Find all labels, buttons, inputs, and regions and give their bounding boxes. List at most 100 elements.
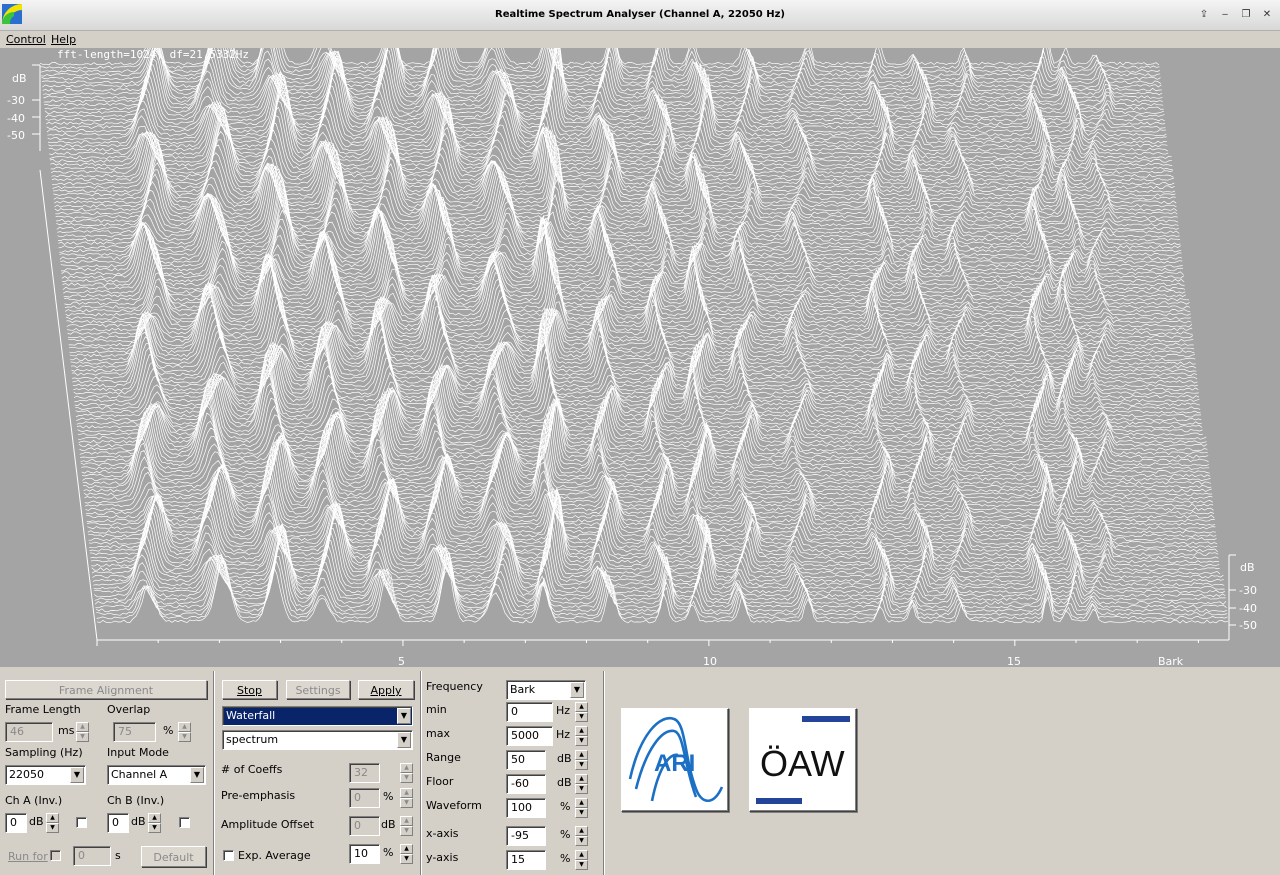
- frequency-select[interactable]: Bark ▼: [506, 680, 586, 700]
- oeaw-logo-button[interactable]: ÖAW: [749, 708, 857, 812]
- frame-alignment-button[interactable]: Frame Alignment: [5, 680, 207, 699]
- apply-button[interactable]: Apply: [358, 680, 414, 699]
- ch-b-input[interactable]: 0: [107, 813, 129, 833]
- spin-down-icon[interactable]: ▼: [76, 732, 89, 742]
- spin-up-icon[interactable]: ▲: [178, 722, 191, 732]
- ch-a-input[interactable]: 0: [5, 813, 27, 833]
- frame-length-spinner[interactable]: ▲ ▼: [76, 722, 89, 742]
- spin-up-icon[interactable]: ▲: [575, 850, 588, 860]
- overlap-spinner[interactable]: ▲ ▼: [178, 722, 191, 742]
- max-input[interactable]: 5000: [506, 726, 553, 746]
- menu-help[interactable]: Help: [51, 33, 76, 46]
- run-for-input[interactable]: 0: [73, 846, 111, 866]
- ch-a-invert-checkbox[interactable]: [76, 817, 87, 828]
- floor-label: Floor: [426, 775, 454, 788]
- default-button[interactable]: Default: [141, 846, 206, 867]
- chevron-down-icon[interactable]: ▼: [397, 708, 411, 724]
- spin-down-icon[interactable]: ▼: [400, 826, 413, 836]
- spin-down-icon[interactable]: ▼: [148, 823, 161, 833]
- max-spinner[interactable]: ▲ ▼: [575, 726, 588, 746]
- display-type-select[interactable]: spectrum ▼: [222, 730, 413, 750]
- chevron-down-icon[interactable]: ▼: [397, 732, 411, 748]
- amplitude-offset-input[interactable]: 0: [349, 816, 380, 836]
- coeffs-input[interactable]: 32: [349, 763, 380, 783]
- exp-average-checkbox[interactable]: [223, 850, 234, 861]
- spin-down-icon[interactable]: ▼: [575, 808, 588, 818]
- pre-emphasis-input[interactable]: 0: [349, 788, 380, 808]
- y-axis-input[interactable]: 15: [506, 850, 546, 870]
- ch-a-label: Ch A (Inv.): [5, 794, 63, 807]
- amplitude-offset-spinner[interactable]: ▲ ▼: [400, 816, 413, 836]
- x-axis-ticks: [96, 640, 1199, 646]
- spin-down-icon[interactable]: ▼: [575, 760, 588, 770]
- min-spinner[interactable]: ▲ ▼: [575, 702, 588, 722]
- spin-down-icon[interactable]: ▼: [575, 860, 588, 870]
- coeffs-spinner[interactable]: ▲ ▼: [400, 763, 413, 783]
- spin-up-icon[interactable]: ▲: [575, 798, 588, 808]
- spin-up-icon[interactable]: ▲: [575, 702, 588, 712]
- overlap-input[interactable]: 75: [113, 722, 156, 742]
- menu-control[interactable]: Control: [6, 33, 46, 46]
- spin-up-icon[interactable]: ▲: [46, 813, 59, 823]
- floor-spinner[interactable]: ▲ ▼: [575, 774, 588, 794]
- chevron-down-icon[interactable]: ▼: [190, 767, 204, 783]
- x-axis-input[interactable]: -95: [506, 826, 546, 846]
- range-input[interactable]: 50: [506, 750, 546, 770]
- fft-info: fft-length=1024, df=21.5332Hz: [57, 48, 250, 61]
- separator: [213, 671, 215, 875]
- spin-up-icon[interactable]: ▲: [575, 826, 588, 836]
- display-mode-select[interactable]: Waterfall ▼: [222, 706, 413, 726]
- range-spinner[interactable]: ▲ ▼: [575, 750, 588, 770]
- y-axis-spinner[interactable]: ▲ ▼: [575, 850, 588, 870]
- ari-logo-button[interactable]: ARI: [621, 708, 729, 812]
- settings-button[interactable]: Settings: [286, 680, 350, 699]
- waveform-spinner[interactable]: ▲ ▼: [575, 798, 588, 818]
- exp-average-input[interactable]: 10: [349, 844, 380, 864]
- frame-length-input[interactable]: 46: [5, 722, 53, 742]
- chevron-down-icon[interactable]: ▼: [570, 682, 584, 698]
- spin-down-icon[interactable]: ▼: [575, 736, 588, 746]
- pre-emphasis-spinner[interactable]: ▲ ▼: [400, 788, 413, 808]
- spin-up-icon[interactable]: ▲: [575, 726, 588, 736]
- stop-button[interactable]: Stop: [222, 680, 277, 699]
- ch-b-spinner[interactable]: ▲ ▼: [148, 813, 161, 833]
- ch-b-invert-checkbox[interactable]: [179, 817, 190, 828]
- spin-down-icon[interactable]: ▼: [400, 798, 413, 808]
- exp-average-label: Exp. Average: [238, 849, 311, 862]
- spin-up-icon[interactable]: ▲: [400, 816, 413, 826]
- exp-average-spinner[interactable]: ▲ ▼: [400, 844, 413, 864]
- spin-down-icon[interactable]: ▼: [575, 784, 588, 794]
- spin-down-icon[interactable]: ▼: [575, 836, 588, 846]
- spin-up-icon[interactable]: ▲: [400, 844, 413, 854]
- spin-down-icon[interactable]: ▼: [400, 854, 413, 864]
- amplitude-offset-label: Amplitude Offset: [221, 818, 314, 831]
- min-input[interactable]: 0: [506, 702, 553, 722]
- oeaw-logo-text: ÖAW: [760, 743, 845, 784]
- floor-input[interactable]: -60: [506, 774, 546, 794]
- close-icon[interactable]: ✕: [1259, 7, 1275, 23]
- pin-icon[interactable]: ⇪: [1196, 7, 1212, 23]
- spin-up-icon[interactable]: ▲: [575, 774, 588, 784]
- chevron-down-icon[interactable]: ▼: [70, 767, 84, 783]
- restore-icon[interactable]: ❐: [1238, 7, 1254, 23]
- minimize-icon[interactable]: ‒: [1217, 7, 1233, 23]
- spin-down-icon[interactable]: ▼: [575, 712, 588, 722]
- run-for-checkbox[interactable]: [50, 850, 61, 861]
- spin-up-icon[interactable]: ▲: [400, 788, 413, 798]
- waveform-input[interactable]: 100: [506, 798, 546, 818]
- x-axis-spinner[interactable]: ▲ ▼: [575, 826, 588, 846]
- input-mode-select[interactable]: Channel A ▼: [107, 765, 206, 785]
- spin-down-icon[interactable]: ▼: [46, 823, 59, 833]
- spin-up-icon[interactable]: ▲: [76, 722, 89, 732]
- spin-up-icon[interactable]: ▲: [575, 750, 588, 760]
- sampling-value: 22050: [9, 768, 44, 781]
- spin-down-icon[interactable]: ▼: [400, 773, 413, 783]
- ch-a-spinner[interactable]: ▲ ▼: [46, 813, 59, 833]
- spin-up-icon[interactable]: ▲: [400, 763, 413, 773]
- spin-down-icon[interactable]: ▼: [178, 732, 191, 742]
- min-label: min: [426, 703, 447, 716]
- sampling-select[interactable]: 22050 ▼: [5, 765, 86, 785]
- left-axis-tick: -50: [7, 129, 25, 142]
- spin-up-icon[interactable]: ▲: [148, 813, 161, 823]
- waterfall-plot[interactable]: dB -30 -40 -50 dB -30 -40 -50 5 10 15 Ba…: [0, 48, 1280, 667]
